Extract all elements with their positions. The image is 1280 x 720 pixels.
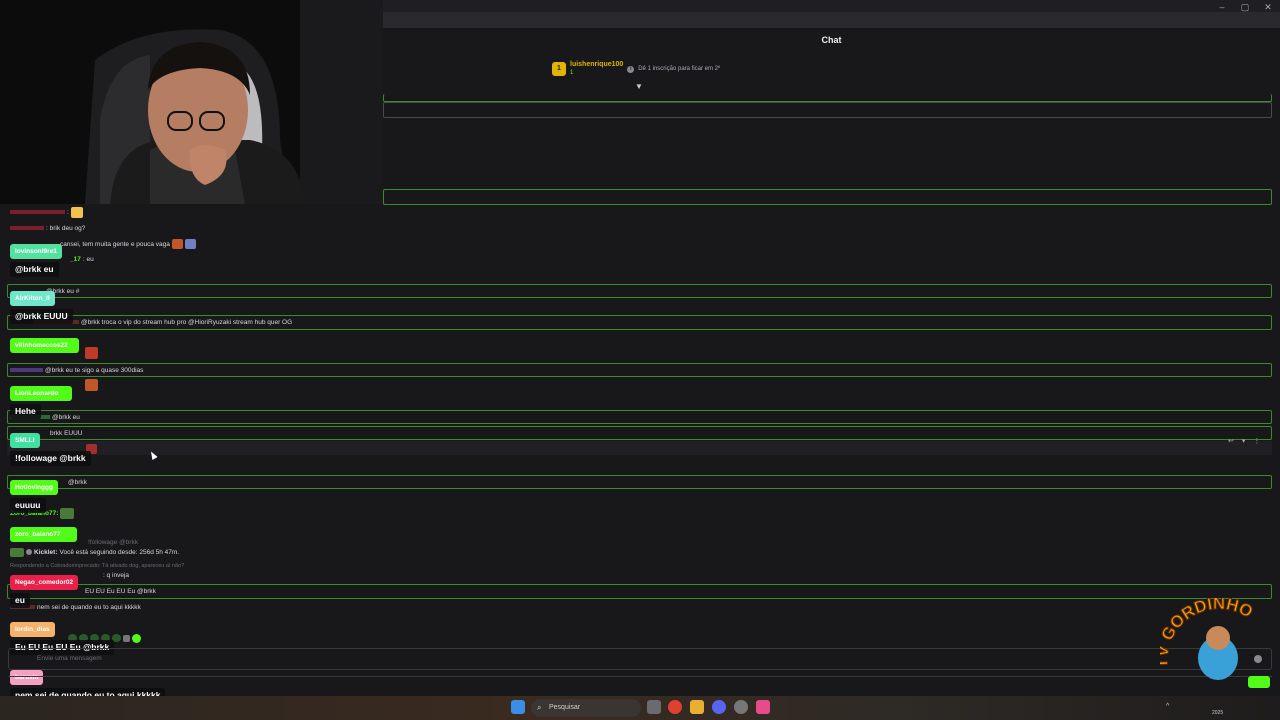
overlay-username: lovinsonl9re1 xyxy=(10,244,62,259)
overlay-username: baruxin xyxy=(10,670,44,685)
highlighted-message xyxy=(7,410,1272,424)
chat-message[interactable]: !followage @brkk xyxy=(88,537,138,547)
info-icon: i xyxy=(627,65,635,73)
overlay-message: @brkk EUUU xyxy=(10,309,73,324)
bot-badge-icon xyxy=(26,549,32,555)
chat-message[interactable]: cansei, tem muita gente e pouca vaga xyxy=(60,239,196,249)
streamer-image xyxy=(0,0,383,204)
highlighted-message xyxy=(383,189,1272,205)
taskbar-search[interactable]: ⌕ Pesquisar xyxy=(531,699,641,717)
chat-message[interactable]: : xyxy=(10,206,83,218)
file-explorer-icon[interactable] xyxy=(690,700,704,714)
emote-icon xyxy=(85,347,98,359)
taskbar-date[interactable]: 2025 xyxy=(1212,710,1223,716)
overlay-username: lordin_dias xyxy=(10,622,55,637)
overlay-username: vitinhomeccos22 xyxy=(10,338,79,353)
overlay-username: zoro_baiano77 xyxy=(10,527,77,542)
app-icon[interactable] xyxy=(756,700,770,714)
rank-badge: 1 xyxy=(552,62,566,76)
chat-message[interactable]: EU EU Eu EU Eu @brkk xyxy=(85,586,156,596)
pinned-username: luishenrique100 xyxy=(570,61,624,68)
overlay-username: Negao_comedor02 xyxy=(10,575,79,590)
overlay-message: !followage @brkk xyxy=(10,451,91,466)
chat-message[interactable]: : brik deu og? xyxy=(10,223,85,233)
pinned-count: 1 xyxy=(570,70,574,76)
overlay-username: Hotlovinggg xyxy=(10,480,58,495)
emote-icon xyxy=(184,239,196,249)
windows-start-icon[interactable] xyxy=(511,700,525,714)
overlay-message: euuuu xyxy=(10,498,46,513)
reply-context[interactable]: Respondendo a Cobradorimprecado: Tá ativ… xyxy=(10,561,184,571)
maximize-icon[interactable]: ▢ xyxy=(1234,1,1256,13)
highlighted-message xyxy=(7,363,1272,377)
minimize-icon[interactable]: – xyxy=(1211,1,1233,13)
highlighted-message xyxy=(7,284,1272,298)
emote-icon xyxy=(171,239,183,249)
chat-title: Chat xyxy=(821,35,842,45)
overlay-username: SMLLI xyxy=(10,433,40,448)
reply-icon[interactable]: ↩ xyxy=(1228,437,1234,445)
emote-icon xyxy=(123,634,130,642)
pinned-leaderboard[interactable]: 1 luishenrique100 1 i Dê 1 inscrição par… xyxy=(552,58,720,80)
chat-message[interactable]: brkk EUUU xyxy=(50,428,83,438)
chat-message[interactable]: Kicklet: Você está seguindo desde: 256d … xyxy=(10,547,179,557)
hovered-message[interactable] xyxy=(7,441,1272,455)
obs-icon[interactable] xyxy=(734,700,748,714)
chat-input[interactable]: Envie uma mensagem xyxy=(8,648,1272,670)
emote-icon xyxy=(60,507,75,519)
pinned-text: Dê 1 inscrição para ficar em 2º xyxy=(638,66,721,72)
chrome-icon[interactable] xyxy=(668,700,682,714)
chat-message[interactable]: : q inveja xyxy=(103,570,129,580)
highlighted-message xyxy=(383,94,1272,102)
chat-message[interactable] xyxy=(85,347,98,359)
close-icon[interactable]: ✕ xyxy=(1257,1,1279,13)
browser-toolbar xyxy=(383,12,1280,28)
discord-icon[interactable] xyxy=(712,700,726,714)
highlighted-message xyxy=(383,102,1272,118)
stream-screen: { "window": { "minimize_glyph": "–", "ma… xyxy=(0,0,1280,720)
emote-icon xyxy=(85,379,98,391)
emote-icon xyxy=(10,547,24,557)
more-icon[interactable]: ⋮ xyxy=(1253,437,1260,445)
emote-icon xyxy=(132,633,141,643)
highlighted-message xyxy=(7,584,1272,599)
message-actions: ↩ ▾ ⋮ xyxy=(1228,437,1260,445)
chat-message[interactable]: _17 : eu xyxy=(70,254,94,264)
chat-message[interactable] xyxy=(85,379,98,391)
overlay-username: AIrKilton_II xyxy=(10,291,55,306)
overlay-message: @brkk eu xyxy=(10,262,59,277)
emote-icon xyxy=(70,206,83,218)
overlay-message: eu xyxy=(10,593,30,608)
overlay-username: LionLeonardo xyxy=(10,386,72,401)
webcam-feed xyxy=(0,0,383,204)
collapse-chevron-icon[interactable]: ▼ xyxy=(635,83,645,91)
tv-gordinho-logo: TV GORDINHO xyxy=(1152,593,1278,696)
highlighted-message xyxy=(7,475,1272,489)
search-icon: ⌕ xyxy=(537,703,542,712)
chat-message[interactable]: @brkk xyxy=(68,477,87,487)
overlay-message: Hehe xyxy=(10,404,41,419)
tray-chevron-icon[interactable]: ^ xyxy=(1166,703,1169,710)
chat-message[interactable]: @brkk eu te sigo a quase 300dias xyxy=(10,365,143,375)
divider xyxy=(8,676,1272,677)
highlighted-message xyxy=(7,426,1272,440)
task-view-icon[interactable] xyxy=(647,700,661,714)
pin-icon[interactable]: ▾ xyxy=(1242,437,1246,445)
